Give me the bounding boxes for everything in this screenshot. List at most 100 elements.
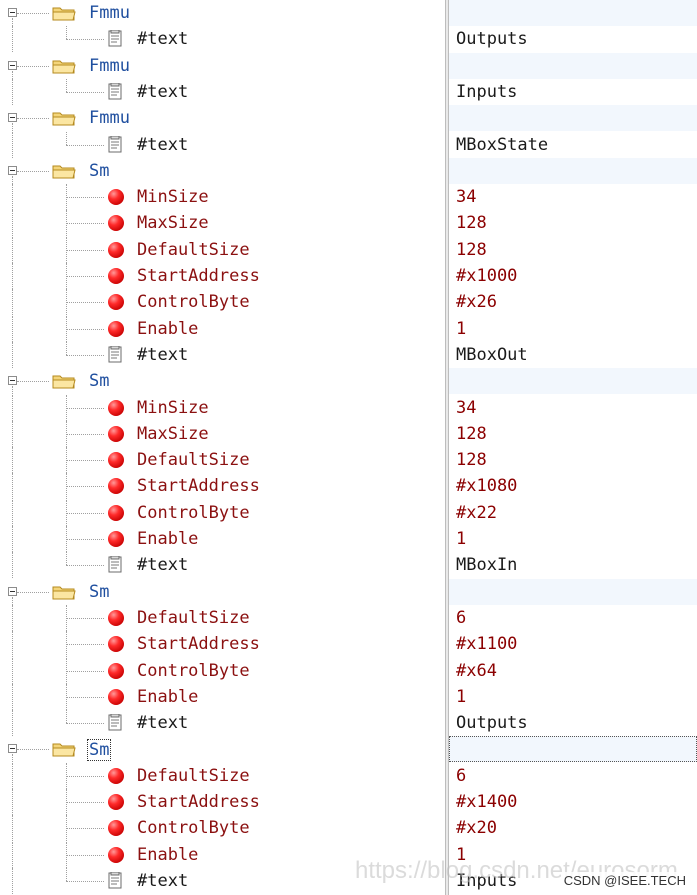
- collapse-toggle-icon[interactable]: [8, 587, 17, 596]
- tree-node-attribute[interactable]: StartAddress: [0, 789, 445, 815]
- value-cell[interactable]: [449, 736, 697, 762]
- node-value: MBoxOut: [456, 345, 528, 365]
- node-value: 1: [456, 319, 467, 339]
- red-ball-icon: [108, 663, 124, 679]
- tree-node-element[interactable]: Fmmu: [0, 105, 445, 131]
- tree-node-attribute[interactable]: DefaultSize: [0, 763, 445, 789]
- tree-node-attribute[interactable]: MinSize: [0, 395, 445, 421]
- value-cell[interactable]: 128: [449, 210, 697, 236]
- node-value: 128: [456, 424, 487, 444]
- tree-node-attribute[interactable]: MaxSize: [0, 210, 445, 236]
- collapse-toggle-icon[interactable]: [8, 744, 17, 753]
- value-cell[interactable]: [449, 158, 697, 184]
- tree-connector: [66, 723, 104, 724]
- collapse-toggle-icon[interactable]: [8, 376, 17, 385]
- tree-node-element[interactable]: Fmmu: [0, 0, 445, 26]
- value-cell[interactable]: Outputs: [449, 710, 697, 736]
- collapse-toggle-icon[interactable]: [8, 113, 17, 122]
- value-cell[interactable]: #x1000: [449, 263, 697, 289]
- value-cell[interactable]: Inputs: [449, 79, 697, 105]
- attribute-name: DefaultSize: [137, 450, 250, 470]
- tree-node-element[interactable]: Fmmu: [0, 53, 445, 79]
- tree-connector: [66, 342, 67, 355]
- folder-icon: [52, 112, 76, 126]
- value-cell[interactable]: 1: [449, 526, 697, 552]
- value-cell[interactable]: [449, 53, 697, 79]
- tree-node-text[interactable]: #text: [0, 342, 445, 368]
- value-cell[interactable]: 34: [449, 184, 697, 210]
- tree-node-attribute[interactable]: StartAddress: [0, 631, 445, 657]
- tree-node-text[interactable]: #text: [0, 79, 445, 105]
- tree-node-attribute[interactable]: DefaultSize: [0, 237, 445, 263]
- tree-connector: [66, 250, 104, 251]
- attribute-name: ControlByte: [137, 818, 250, 838]
- tree-node-text[interactable]: #text: [0, 132, 445, 158]
- tree-node-attribute[interactable]: ControlByte: [0, 658, 445, 684]
- value-cell[interactable]: 128: [449, 421, 697, 447]
- value-cell[interactable]: 128: [449, 447, 697, 473]
- value-cell[interactable]: [449, 368, 697, 394]
- value-cell[interactable]: MBoxState: [449, 132, 697, 158]
- value-cell[interactable]: MBoxOut: [449, 342, 697, 368]
- tree-node-attribute[interactable]: StartAddress: [0, 473, 445, 499]
- value-cell[interactable]: [449, 0, 697, 26]
- value-cell[interactable]: #x20: [449, 815, 697, 841]
- value-cell[interactable]: #x26: [449, 289, 697, 315]
- text-node-name: #text: [137, 135, 189, 155]
- red-ball-icon: [108, 478, 124, 494]
- value-cell[interactable]: Outputs: [449, 26, 697, 52]
- value-cell[interactable]: 6: [449, 763, 697, 789]
- collapse-toggle-icon[interactable]: [8, 166, 17, 175]
- tree-node-attribute[interactable]: DefaultSize: [0, 605, 445, 631]
- value-cell[interactable]: #x22: [449, 500, 697, 526]
- xml-tree-panel[interactable]: Fmmu #text Fmmu #text Fmmu #text Sm MinSize MaxS…: [0, 0, 445, 895]
- tree-connector: [66, 355, 104, 356]
- value-cell[interactable]: 1: [449, 684, 697, 710]
- node-value: 128: [456, 240, 487, 260]
- value-cell[interactable]: #x1400: [449, 789, 697, 815]
- tree-connector: [12, 500, 13, 526]
- tree-node-attribute[interactable]: ControlByte: [0, 815, 445, 841]
- tree-node-text[interactable]: #text: [0, 710, 445, 736]
- tree-node-element[interactable]: Sm: [0, 158, 445, 184]
- tree-connector: [12, 710, 13, 736]
- tree-node-element[interactable]: Sm: [0, 368, 445, 394]
- tree-node-text[interactable]: #text: [0, 552, 445, 578]
- tree-node-text[interactable]: #text: [0, 26, 445, 52]
- tree-node-attribute[interactable]: DefaultSize: [0, 447, 445, 473]
- value-panel: Outputs Inputs MBoxState 34 128 128 #x1000 #x26…: [449, 0, 697, 895]
- value-cell[interactable]: 34: [449, 395, 697, 421]
- tree-connector: [66, 855, 104, 856]
- tree-node-element[interactable]: Sm: [0, 579, 445, 605]
- folder-icon: [52, 165, 76, 179]
- tree-node-attribute[interactable]: MaxSize: [0, 421, 445, 447]
- tree-connector: [12, 684, 13, 710]
- attribute-name: StartAddress: [137, 792, 260, 812]
- value-cell[interactable]: [449, 579, 697, 605]
- tree-node-attribute[interactable]: Enable: [0, 684, 445, 710]
- tree-connector: [66, 644, 104, 645]
- value-cell[interactable]: 128: [449, 237, 697, 263]
- collapse-toggle-icon[interactable]: [8, 8, 17, 17]
- value-cell[interactable]: #x1100: [449, 631, 697, 657]
- tree-node-attribute[interactable]: StartAddress: [0, 263, 445, 289]
- tree-node-element[interactable]: Sm: [0, 736, 445, 762]
- red-ball-icon: [108, 847, 124, 863]
- tree-node-attribute[interactable]: ControlByte: [0, 289, 445, 315]
- value-cell[interactable]: #x1080: [449, 473, 697, 499]
- tree-node-attribute[interactable]: ControlByte: [0, 500, 445, 526]
- attribute-name: MaxSize: [137, 424, 209, 444]
- collapse-toggle-icon[interactable]: [8, 61, 17, 70]
- value-cell[interactable]: MBoxIn: [449, 552, 697, 578]
- attribute-name: Enable: [137, 845, 199, 865]
- tree-connector: [12, 132, 13, 158]
- tree-connector: [17, 13, 49, 14]
- value-cell[interactable]: #x64: [449, 658, 697, 684]
- tree-node-attribute[interactable]: MinSize: [0, 184, 445, 210]
- tree-node-attribute[interactable]: Enable: [0, 526, 445, 552]
- tree-node-attribute[interactable]: Enable: [0, 316, 445, 342]
- node-value: Outputs: [456, 713, 528, 733]
- value-cell[interactable]: [449, 105, 697, 131]
- value-cell[interactable]: 6: [449, 605, 697, 631]
- value-cell[interactable]: 1: [449, 316, 697, 342]
